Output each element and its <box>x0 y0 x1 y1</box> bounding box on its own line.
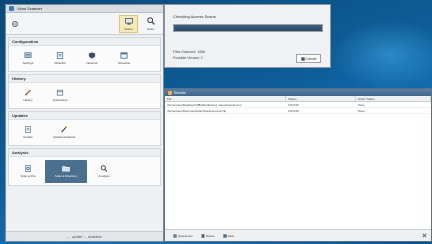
wand-icon <box>61 126 67 133</box>
results-window: Results File Status Action Taken /home/u… <box>164 88 432 242</box>
gear-icon[interactable] <box>10 19 19 28</box>
column-header-status[interactable]: Status <box>286 96 356 101</box>
viruses-found-text: Possible Viruses: 2 <box>173 56 203 60</box>
delete-button[interactable]: Delete <box>201 234 215 238</box>
quarantine-button-label: Quarantine <box>178 233 193 238</box>
scan-progress-message: Checking Access Scans <box>173 14 216 19</box>
schedule-tile[interactable]: Schedule <box>109 49 139 69</box>
save-icon <box>222 233 227 238</box>
scan-button-label: Scan <box>147 27 154 31</box>
history-section-title: History <box>9 75 160 83</box>
row-action: None <box>357 103 365 107</box>
box-icon <box>56 89 64 96</box>
magnifier-icon <box>146 17 155 26</box>
update-assistant-tile[interactable]: Update Assistant <box>45 123 83 143</box>
schedule-tile-label: Schedule <box>117 61 131 65</box>
calendar-icon <box>120 52 128 59</box>
history-tile-label: History <box>23 98 33 102</box>
sliders-icon <box>24 52 32 58</box>
network-tile[interactable]: Network <box>77 49 107 69</box>
delete-button-label: Delete <box>205 233 215 238</box>
list-icon <box>56 52 64 59</box>
network-tile-label: Network <box>86 61 98 65</box>
settings-tile[interactable]: Settings <box>13 49 43 69</box>
files-scanned-text: Files Scanned: 1086 <box>173 50 205 54</box>
file-scan-icon <box>25 164 31 172</box>
configuration-section-title: Configuration <box>9 38 160 46</box>
save-button-label: Save <box>227 233 235 238</box>
column-header-action[interactable]: Action Taken <box>356 96 431 101</box>
status-button-label: Status <box>124 26 133 31</box>
status-button[interactable]: Status <box>119 15 138 33</box>
warning-icon <box>168 90 172 95</box>
stop-icon <box>300 56 305 61</box>
trash-icon <box>201 233 205 238</box>
cancel-button-label: Cancel <box>305 56 317 61</box>
scan-progress-bar <box>173 24 323 32</box>
row-action: None <box>357 109 365 113</box>
row-status: FOUND <box>288 109 299 113</box>
analysis-tile-label: Analysis <box>98 173 110 178</box>
quarantine-button[interactable]: Quarantine <box>173 234 193 238</box>
update-tile-label: Update <box>23 135 33 139</box>
update-status-bar: ← update → available <box>6 231 163 241</box>
box-icon <box>173 233 177 238</box>
table-row[interactable]: /home/user/Documents/archive/test-eicar.… <box>165 108 431 114</box>
history-section: History History Quarantine <box>8 74 161 109</box>
analysis-section: Analysis Scan a File Scan a Directory An… <box>8 148 161 186</box>
network-icon <box>88 52 96 59</box>
cancel-button[interactable]: Cancel <box>296 54 321 63</box>
main-window-titlebar: Virus Scanner <box>6 5 163 13</box>
update-tile[interactable]: Update <box>13 123 43 143</box>
app-icon <box>9 6 14 11</box>
updates-section: Updates Update Update Assistant <box>8 111 161 146</box>
toolbar: Status Scan <box>6 13 163 35</box>
document-icon <box>25 126 31 133</box>
results-footer: Quarantine Delete Save <box>165 229 431 241</box>
results-window-titlebar: Results <box>165 89 431 96</box>
monitor-icon <box>124 17 133 26</box>
main-window: Virus Scanner Status Scan Configuration <box>5 4 164 242</box>
quarantine-tile-label: Quarantine <box>52 98 68 102</box>
scan-file-tile[interactable]: Scan a File <box>13 161 43 181</box>
settings-tile-label: Settings <box>22 61 34 65</box>
configuration-section: Configuration Settings Whitelist Network… <box>8 37 161 72</box>
updates-section-title: Updates <box>9 112 160 120</box>
folder-scan-icon <box>62 165 70 171</box>
magnifier-icon <box>100 164 108 172</box>
scan-progress-fill <box>174 25 322 31</box>
column-header-file[interactable]: File <box>165 96 287 101</box>
history-tile[interactable]: History <box>13 86 43 106</box>
pencil-icon <box>25 89 31 96</box>
close-button[interactable] <box>422 233 427 238</box>
whitelist-tile-label: Whitelist <box>54 61 66 65</box>
update-assistant-tile-label: Update Assistant <box>52 135 76 139</box>
quarantine-tile[interactable]: Quarantine <box>45 86 75 106</box>
scan-file-tile-label: Scan a File <box>20 173 36 178</box>
analysis-section-title: Analysis <box>9 149 160 157</box>
row-file: /home/user/Documents/archive/test-eicar.… <box>167 109 227 113</box>
row-file: /home/user/Desktop/c3f8d2a/infected_samp… <box>167 103 242 107</box>
whitelist-tile[interactable]: Whitelist <box>45 49 75 69</box>
row-status: FOUND <box>288 103 299 107</box>
results-window-title: Results <box>174 90 186 95</box>
save-button[interactable]: Save <box>222 233 235 238</box>
main-window-title: Virus Scanner <box>17 6 43 11</box>
desktop-background-glow <box>330 20 432 90</box>
scan-button[interactable]: Scan <box>141 15 160 33</box>
scan-directory-tile-label: Scan a Directory <box>54 173 78 178</box>
scan-progress-dialog: Checking Access Scans Files Scanned: 108… <box>164 4 331 68</box>
scan-directory-tile[interactable]: Scan a Directory <box>45 159 87 183</box>
close-icon <box>422 233 427 238</box>
analysis-tile[interactable]: Analysis <box>89 161 119 181</box>
